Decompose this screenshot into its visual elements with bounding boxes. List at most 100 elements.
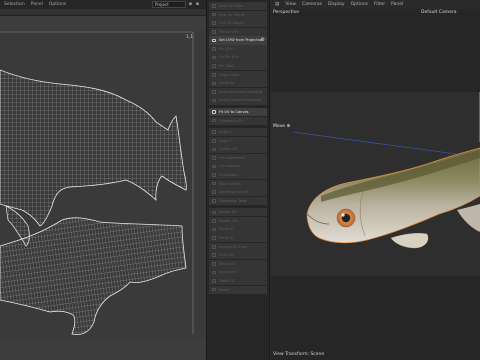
tool-button[interactable]: Fit UV to Canvas	[209, 107, 267, 117]
viewport-menu-view[interactable]: View	[285, 2, 296, 7]
tool-label: Mirror U	[219, 227, 234, 232]
viewport-menu-icon[interactable]: ▤	[275, 2, 279, 7]
uv-toolkit-panel: Split UV Shell Sew UV Shells Cut UV Edges P…	[206, 0, 270, 360]
viewport-projection-label[interactable]: Perspective	[273, 10, 299, 15]
viewport-header: Perspective Default Camera	[271, 9, 480, 18]
tool-button[interactable]: Un-Pin UVs	[209, 53, 267, 62]
tool-icon	[212, 12, 216, 17]
tool-button[interactable]: Center UV	[209, 145, 267, 154]
tool-icon	[212, 173, 216, 177]
tool-button[interactable]: Straighten	[209, 170, 267, 180]
tool-button[interactable]: Texel UV	[209, 276, 267, 286]
tool-icon	[212, 210, 216, 215]
tool-label: Straighten	[219, 172, 238, 177]
tool-label: Pin UVs	[219, 46, 233, 51]
tool-label: Stack Shells	[219, 181, 241, 186]
tool-button[interactable]: Pack UV	[209, 251, 267, 260]
tool-icon	[212, 38, 216, 43]
tool-button[interactable]: Layout UV Tiles	[209, 242, 267, 251]
tool-label: Split UV Shell	[219, 4, 244, 8]
viewport-menu-panel[interactable]: Panel	[391, 2, 403, 7]
tool-icon	[212, 130, 216, 134]
tool-icon	[212, 181, 216, 186]
tool-button[interactable]: Split UV Shell	[209, 2, 267, 11]
uv-shells-graphic: 1,1	[0, 31, 194, 335]
tool-button[interactable]: Pin UVs	[209, 44, 267, 54]
tool-button[interactable]: Unpin Shell	[209, 70, 267, 79]
viewport-menu-options[interactable]: Options	[351, 2, 368, 7]
tool-button[interactable]: Pin Shell	[209, 62, 267, 71]
tool-button[interactable]: Stack Shells	[209, 179, 267, 188]
tool-label: Un-Wrap	[219, 81, 235, 86]
uv-menu-selection[interactable]: Selection	[4, 2, 25, 7]
tool-icon	[212, 138, 216, 143]
tool-icon	[212, 98, 216, 103]
uv-toolbar-icon-a[interactable]: ▪	[188, 1, 193, 7]
tool-icon	[212, 90, 216, 94]
tool-label: Unwrap to Fit	[219, 118, 243, 123]
tool-icon	[212, 244, 216, 249]
tool-label: Scale Selected Mapping	[219, 89, 262, 94]
fish-eye	[336, 208, 356, 228]
viewport-menu-display[interactable]: Display	[328, 2, 345, 7]
tool-button[interactable]: Align U	[209, 128, 267, 137]
tool-label: Relax UV	[219, 261, 236, 266]
tool-icon	[212, 55, 216, 60]
tool-button[interactable]: Unwrap to Fit	[209, 116, 267, 125]
tool-button[interactable]: Flip Horizontal	[209, 153, 267, 163]
tool-button[interactable]: Flip Vertical	[209, 162, 267, 171]
viewport-menu-filter[interactable]: Filter	[374, 2, 385, 7]
tool-button[interactable]: Relax UV	[209, 259, 267, 268]
tool-label: Layout UV Tiles	[219, 244, 247, 249]
tool-button[interactable]: Planar UVs	[209, 27, 267, 36]
uv-space-dropdown[interactable]: Project	[152, 1, 186, 8]
uv-menu-panel[interactable]: Panel	[31, 2, 43, 7]
tool-label: Flip Vertical	[219, 164, 240, 169]
tool-icon	[212, 4, 216, 8]
viewport-scene[interactable]	[271, 92, 480, 276]
tool-label: Fit UV to Canvas	[219, 109, 249, 114]
tool-label: Mirror V	[219, 236, 234, 241]
tool-button[interactable]: Set UVW from Projection ⚙	[209, 36, 267, 45]
tool-button[interactable]: Distribute Shells	[209, 188, 267, 197]
tool-options-gear-icon[interactable]: ⚙	[261, 36, 265, 44]
uv-editor-menubar: Selection Panel Options Project ▪ ▪	[0, 0, 206, 9]
tool-button[interactable]: Mirror V	[209, 234, 267, 243]
tool-button[interactable]: Un-Wrap	[209, 79, 267, 88]
tool-label: Set UVW from Projection	[219, 38, 264, 43]
viewport-camera-label[interactable]: Default Camera	[421, 10, 457, 15]
viewport-menu-cameras[interactable]: Cameras	[302, 2, 322, 7]
uv-menu-options[interactable]: Options	[49, 2, 66, 7]
tool-icon	[212, 156, 216, 160]
tool-label: Rotate -90	[219, 218, 238, 223]
tool-button[interactable]: Normalize Texel	[209, 196, 267, 205]
tool-label: Reset	[219, 287, 230, 292]
viewport-panel[interactable]: ▤ View Cameras Display Options Filter Pa…	[271, 0, 480, 360]
tool-label: Sew UV Shells	[219, 12, 245, 17]
tool-button[interactable]: Mirror U	[209, 225, 267, 234]
tool-button[interactable]: Rotate -90	[209, 216, 267, 226]
tool-button[interactable]: Reset	[209, 285, 267, 294]
tool-icon	[212, 287, 216, 292]
viewport-menubar: ▤ View Cameras Display Options Filter Pa…	[271, 0, 480, 9]
tool-label: Shell Info	[219, 270, 236, 275]
tool-label: Pack UV	[219, 253, 234, 258]
tool-label: Pin Shell	[219, 64, 235, 69]
tool-button[interactable]: Snap Selected Mapping	[209, 96, 267, 105]
tool-button[interactable]: Sew UV Shells	[209, 10, 267, 19]
tool-icon	[212, 199, 216, 203]
tool-button[interactable]: Cut UV Edges	[209, 19, 267, 28]
tool-button[interactable]: Rotate 90	[209, 208, 267, 217]
uv-editor-subbar	[0, 9, 206, 16]
tool-icon	[212, 262, 216, 266]
tool-button[interactable]: Scale Selected Mapping	[209, 87, 267, 96]
fish-eye-highlight	[341, 213, 345, 217]
tool-label: Planar UVs	[219, 29, 239, 34]
uv-canvas[interactable]: 1,1	[0, 30, 206, 340]
uv-toolbar-icon-b[interactable]: ▪	[195, 1, 200, 7]
tool-button[interactable]: Align V	[209, 136, 267, 145]
tool-label: Align U	[219, 130, 232, 135]
tool-list: Split UV Shell Sew UV Shells Cut UV Edges P…	[207, 0, 269, 294]
tool-button[interactable]: Shell Info	[209, 268, 267, 277]
fish-pectoral-fin	[390, 233, 429, 249]
